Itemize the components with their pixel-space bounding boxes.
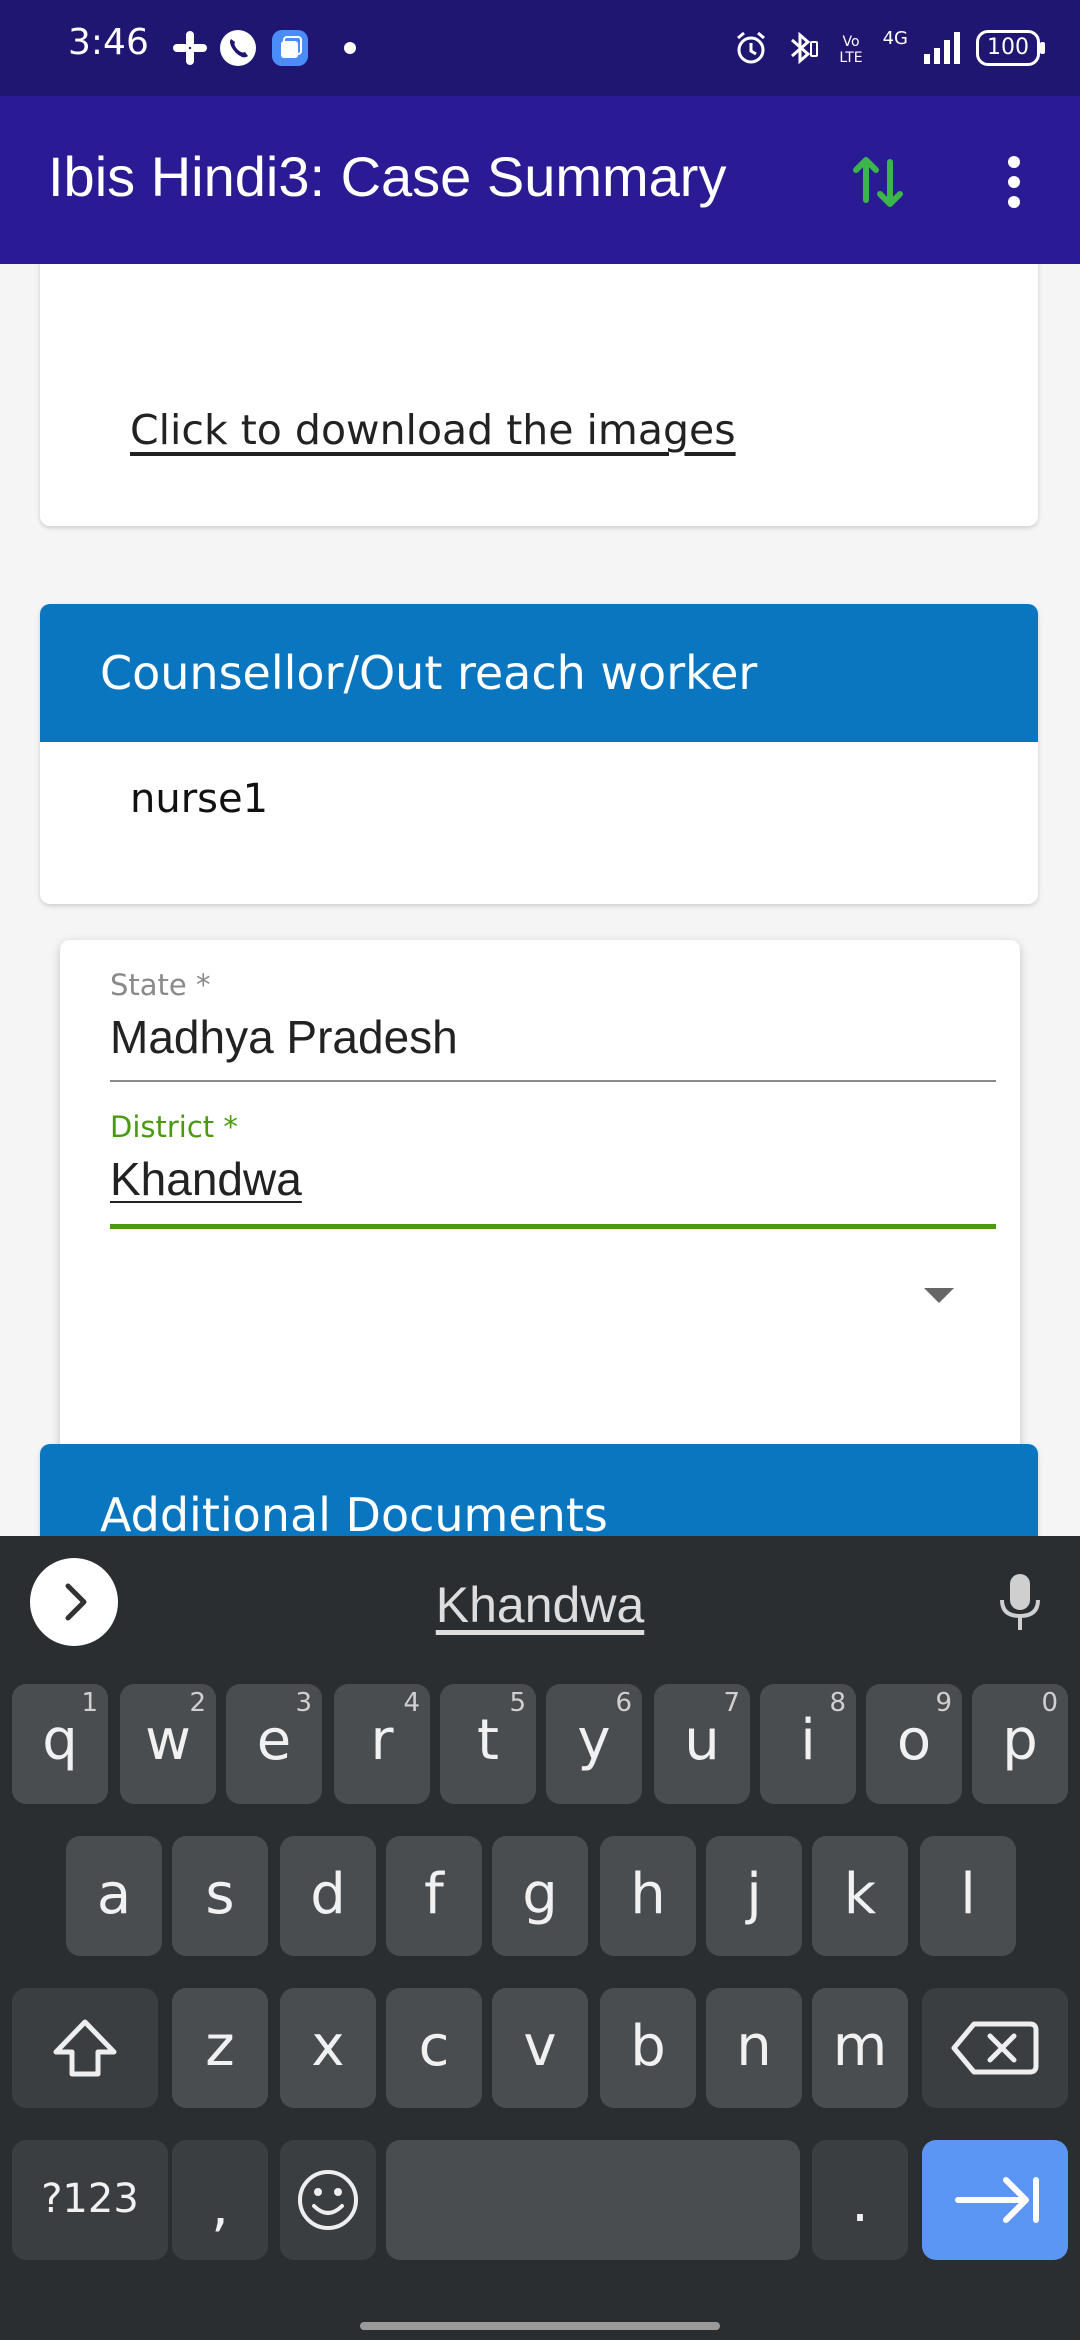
key-f[interactable]: f [386,1836,482,1956]
key-d[interactable]: d [280,1836,376,1956]
backspace-icon [951,2021,1039,2075]
key-u[interactable]: 7u [654,1684,750,1804]
symbols-key[interactable]: ?123 [12,2140,168,2260]
more-notifications-dot-icon [344,42,356,54]
next-field-key[interactable] [922,2140,1068,2260]
backspace-key[interactable] [922,1988,1068,2108]
key-e[interactable]: 3e [226,1684,322,1804]
state-field[interactable]: Madhya Pradesh [110,1010,458,1064]
counsellor-card-header: Counsellor/Out reach worker [40,604,1038,742]
key-j[interactable]: j [706,1836,802,1956]
emoji-key[interactable] [280,2140,376,2260]
key-m[interactable]: m [812,1988,908,2108]
download-images-link[interactable]: Click to download the images [130,406,736,454]
key-g[interactable]: g [492,1836,588,1956]
counsellor-value: nurse1 [130,776,269,822]
app-notification-icon [272,30,308,66]
gesture-nav-bar[interactable] [360,2322,720,2330]
period-key[interactable]: . [812,2140,908,2260]
page-title: Ibis Hindi3: Case Summary [48,145,727,208]
svg-text:Vo: Vo [842,34,859,50]
district-label: District * [110,1110,238,1144]
key-r[interactable]: 4r [334,1684,430,1804]
key-z[interactable]: z [172,1988,268,2108]
case-summary-content[interactable]: Click to download the images Counsellor/… [0,264,1080,1536]
district-dropdown-arrow-icon[interactable] [924,1288,954,1303]
slack-icon [173,31,207,65]
counsellor-card-title: Counsellor/Out reach worker [100,646,758,700]
keyboard-suggestion[interactable]: Khandwa [0,1576,1080,1634]
key-o[interactable]: 9o [866,1684,962,1804]
key-y[interactable]: 6y [546,1684,642,1804]
state-label: State * [110,968,211,1002]
key-n[interactable]: n [706,1988,802,2108]
phone-call-icon [220,30,256,66]
key-c[interactable]: c [386,1988,482,2108]
counsellor-card: Counsellor/Out reach worker nurse1 [40,604,1038,904]
additional-documents-header: Additional Documents [40,1444,1038,1536]
bluetooth-icon [790,31,818,65]
key-h[interactable]: h [600,1836,696,1956]
key-i[interactable]: 8i [760,1684,856,1804]
key-q[interactable]: 1q [12,1684,108,1804]
additional-documents-title: Additional Documents [100,1488,608,1536]
app-bar: Ibis Hindi3: Case Summary [0,96,1080,264]
key-p[interactable]: 0p [972,1684,1068,1804]
additional-documents-card: Additional Documents [40,1444,1038,1536]
signal-icon [924,32,960,64]
status-bar: 3:46 Vo LTE 4G 100 [0,0,1080,96]
key-w[interactable]: 2w [120,1684,216,1804]
comma-key[interactable]: , [172,2140,268,2260]
key-t[interactable]: 5t [440,1684,536,1804]
key-a[interactable]: a [66,1836,162,1956]
state-field-underline [110,1080,996,1082]
network-type: 4G [882,27,908,49]
status-icons: Vo LTE 4G 100 [733,24,1045,72]
shift-key[interactable] [12,1988,158,2108]
svg-text:LTE: LTE [839,50,862,66]
key-b[interactable]: b [600,1988,696,2108]
battery-indicator: 100 [976,30,1045,66]
images-card: Click to download the images [40,264,1038,526]
sync-arrows-icon[interactable] [850,152,906,212]
key-x[interactable]: x [280,1988,376,2108]
key-s[interactable]: s [172,1836,268,1956]
more-vert-icon[interactable] [990,152,1038,212]
district-input[interactable]: Khandwa [110,1152,302,1206]
space-key[interactable] [386,2140,800,2260]
alarm-icon [736,31,765,64]
next-tab-icon [955,2177,1039,2223]
key-l[interactable]: l [920,1836,1016,1956]
soft-keyboard: Khandwa 1q 2w 3e 4r 5t 6y 7u 8i 9o 0p a … [0,1536,1080,2340]
mic-icon[interactable] [996,1572,1044,1636]
key-v[interactable]: v [492,1988,588,2108]
shift-icon [53,2019,117,2077]
district-field-underline [110,1224,996,1229]
status-time: 3:46 [68,22,149,63]
emoji-icon [298,2170,358,2230]
volte-icon: Vo LTE [839,34,862,66]
key-k[interactable]: k [812,1836,908,1956]
